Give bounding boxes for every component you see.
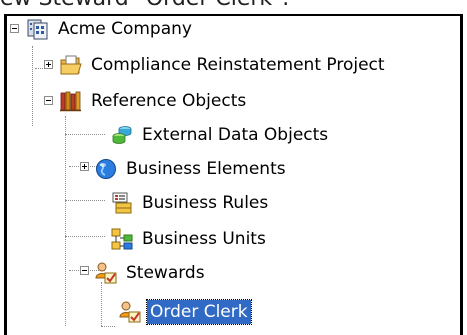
tree-item-acme-company[interactable]: Acme Company [26,14,195,44]
tree-item-business-units[interactable]: Business Units [110,224,269,254]
collapse-stewards-button[interactable] [80,266,89,275]
tree-item-external-data-objects[interactable]: External Data Objects [110,120,331,150]
tree-line [32,46,33,126]
tree-item-label: Stewards [126,263,205,283]
stewards-group-icon [94,261,118,285]
company-icon [26,17,50,41]
collapse-root-button[interactable] [10,24,19,33]
expand-business-elements-button[interactable] [80,162,89,171]
business-rules-icon [110,191,134,215]
tree-item-label-selected: Order Clerk [146,299,252,325]
tree-item-compliance-project[interactable]: Compliance Reinstatement Project [59,50,388,80]
tree-line [65,134,105,135]
tree-item-label: Compliance Reinstatement Project [91,55,385,75]
org-chart-icon [110,227,134,251]
tree-view[interactable]: Acme Company Compliance Reinstatement Pr… [4,14,463,335]
tree-item-label: Business Units [142,229,266,249]
tree-item-label: Business Elements [126,159,286,179]
tree-line [65,236,105,237]
tree-line [101,326,115,327]
tree-item-stewards[interactable]: Stewards [94,258,208,288]
tree-item-label: Acme Company [58,19,192,39]
business-elements-globe-icon [94,157,118,181]
project-folder-icon [59,53,83,77]
tree-item-business-elements[interactable]: Business Elements [94,154,289,184]
expand-project-button[interactable] [44,60,53,69]
tree-item-label: Business Rules [142,193,269,213]
tree-line [101,282,102,326]
tree-item-order-clerk[interactable]: Order Clerk [118,297,252,327]
collapse-reference-objects-button[interactable] [44,96,53,105]
library-books-icon [59,89,83,113]
steward-icon [118,300,142,324]
document-caption: ew Steward "Order Clerk". [0,0,467,14]
tree-line [65,116,66,326]
tree-item-label: Reference Objects [91,91,247,111]
tree-item-business-rules[interactable]: Business Rules [110,188,271,218]
tree-item-reference-objects[interactable]: Reference Objects [59,86,249,116]
tree-item-label: External Data Objects [142,125,329,145]
tree-line [65,200,105,201]
database-icon [110,123,134,147]
